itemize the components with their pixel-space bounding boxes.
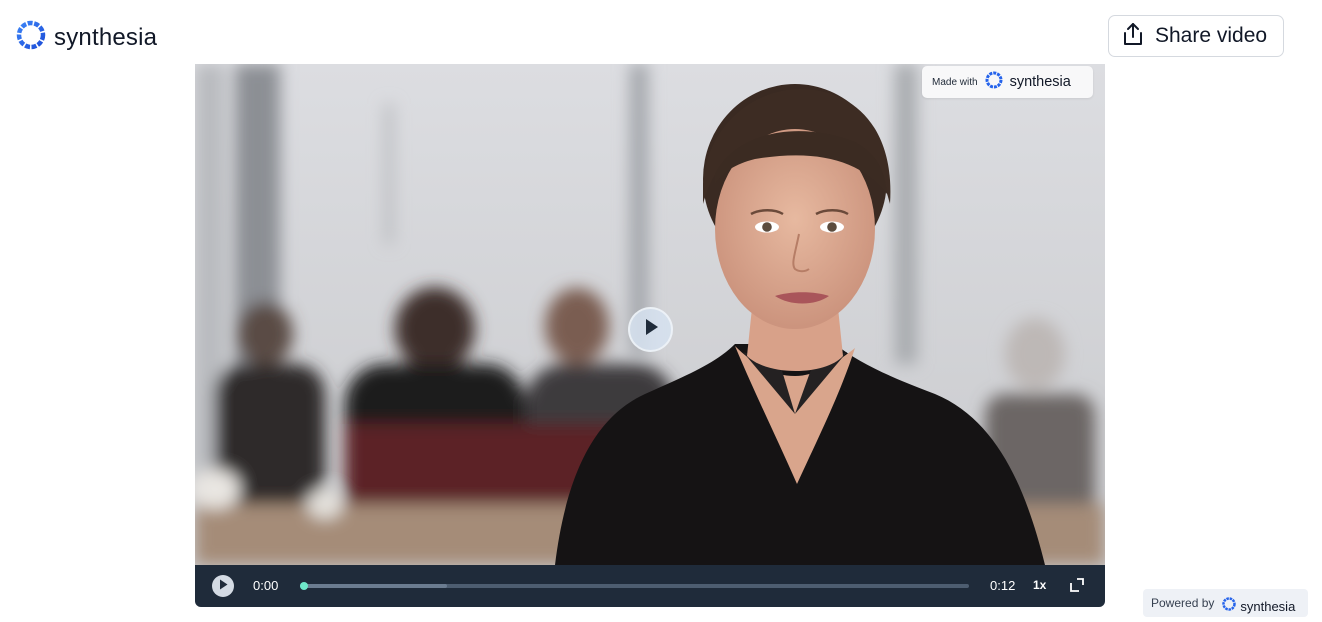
progress-bar[interactable] [300, 582, 969, 590]
current-time: 0:00 [253, 578, 279, 593]
powered-by-badge[interactable]: Powered by synthesia [1143, 589, 1308, 617]
play-button[interactable] [212, 575, 234, 597]
play-icon [643, 318, 659, 341]
watermark-logo-icon [984, 70, 1004, 95]
synthesia-logo[interactable]: synthesia [14, 18, 157, 57]
watermark-brand: synthesia [1009, 74, 1071, 90]
synthesia-logo-icon [14, 18, 48, 57]
playback-speed-button[interactable]: 1x [1033, 578, 1046, 592]
share-video-button[interactable]: Share video [1108, 15, 1284, 57]
powered-by-brand: synthesia [1240, 598, 1296, 614]
share-upload-icon [1122, 22, 1144, 51]
powered-by-logo: synthesia [1221, 590, 1295, 617]
powered-logo-icon [1221, 596, 1237, 617]
progress-knob[interactable] [300, 582, 308, 590]
center-play-button[interactable] [628, 307, 673, 352]
share-video-label: Share video [1155, 24, 1268, 47]
made-with-watermark[interactable]: Made with synthesia [922, 66, 1093, 98]
made-with-label: Made with [932, 76, 978, 88]
video-player[interactable]: Made with synthesia 0:00 0:12 1x [195, 64, 1105, 607]
powered-by-label: Powered by [1151, 596, 1215, 610]
brand-name: synthesia [54, 23, 158, 51]
buffered-bar [300, 584, 448, 588]
fullscreen-icon[interactable] [1070, 578, 1084, 592]
play-icon [218, 577, 228, 595]
duration: 0:12 [990, 578, 1016, 593]
video-controls: 0:00 0:12 1x [195, 565, 1105, 607]
